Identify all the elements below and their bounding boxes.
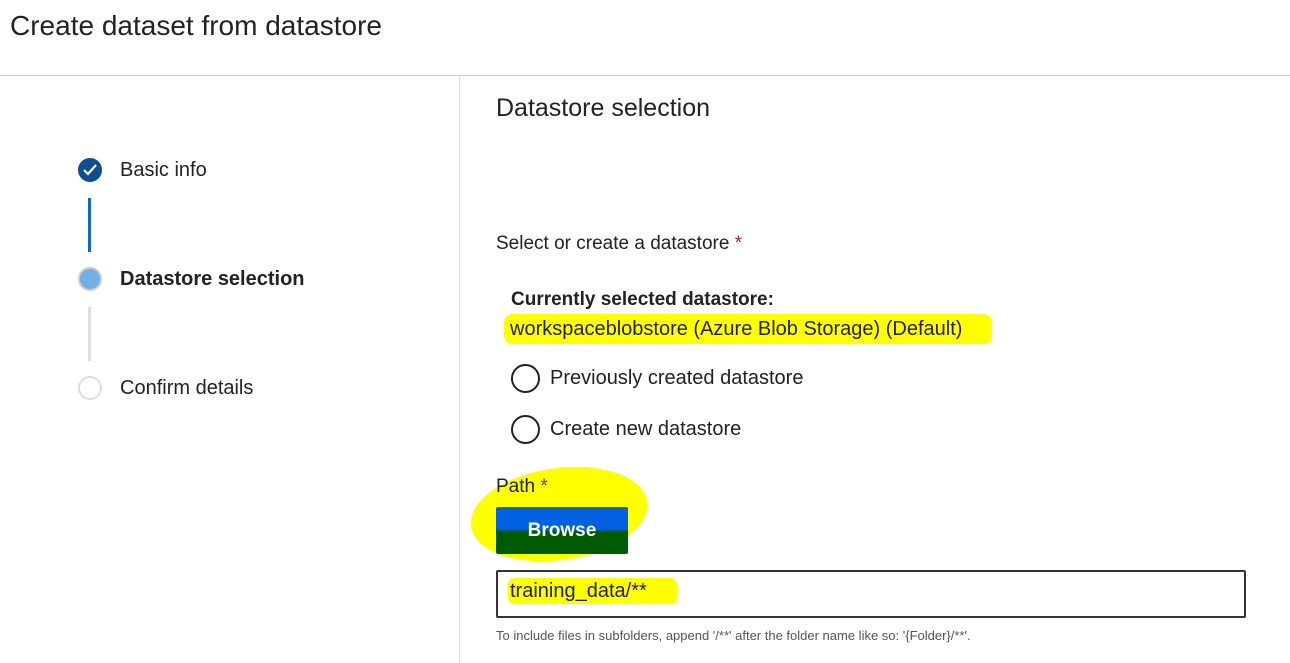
page-title: Create dataset from datastore (10, 10, 382, 41)
step-datastore-selection[interactable]: Datastore selection (78, 267, 305, 291)
path-hint: To include files in subfolders, append '… (496, 628, 971, 643)
header-divider (0, 75, 1290, 76)
required-mark: * (734, 233, 743, 254)
step-confirm-details[interactable]: Confirm details (78, 376, 253, 400)
pending-step-icon (78, 376, 102, 400)
radio-circle-icon (511, 415, 540, 444)
step-label: Datastore selection (120, 267, 305, 290)
radio-label: Previously created datastore (550, 367, 804, 389)
browse-button[interactable]: Browse (496, 507, 628, 554)
current-step-icon (78, 267, 102, 291)
path-label: Path * (496, 476, 548, 498)
radio-label: Create new datastore (550, 418, 742, 440)
radio-previously-created[interactable]: Previously created datastore (511, 364, 803, 393)
path-input[interactable]: training_data/** (496, 570, 1246, 618)
step-basic-info[interactable]: Basic info (78, 158, 207, 182)
check-icon (78, 158, 102, 182)
step-label: Confirm details (120, 376, 254, 399)
select-datastore-label: Select or create a datastore * (496, 233, 742, 255)
radio-circle-icon (511, 364, 540, 393)
section-title: Datastore selection (496, 94, 711, 122)
panel-divider (459, 76, 460, 663)
step-label: Basic info (120, 158, 207, 181)
highlighted-value: workspaceblobstore (Azure Blob Storage) … (504, 314, 993, 344)
current-datastore-value: workspaceblobstore (Azure Blob Storage) … (504, 314, 993, 344)
current-datastore-label: Currently selected datastore: (511, 289, 774, 310)
step-connector (88, 307, 91, 361)
radio-create-new[interactable]: Create new datastore (511, 415, 741, 444)
label-text: Path (496, 476, 536, 497)
label-text: Select or create a datastore (496, 233, 730, 254)
path-value: training_data/** (508, 578, 677, 604)
required-mark: * (540, 476, 548, 497)
step-connector (88, 198, 91, 252)
